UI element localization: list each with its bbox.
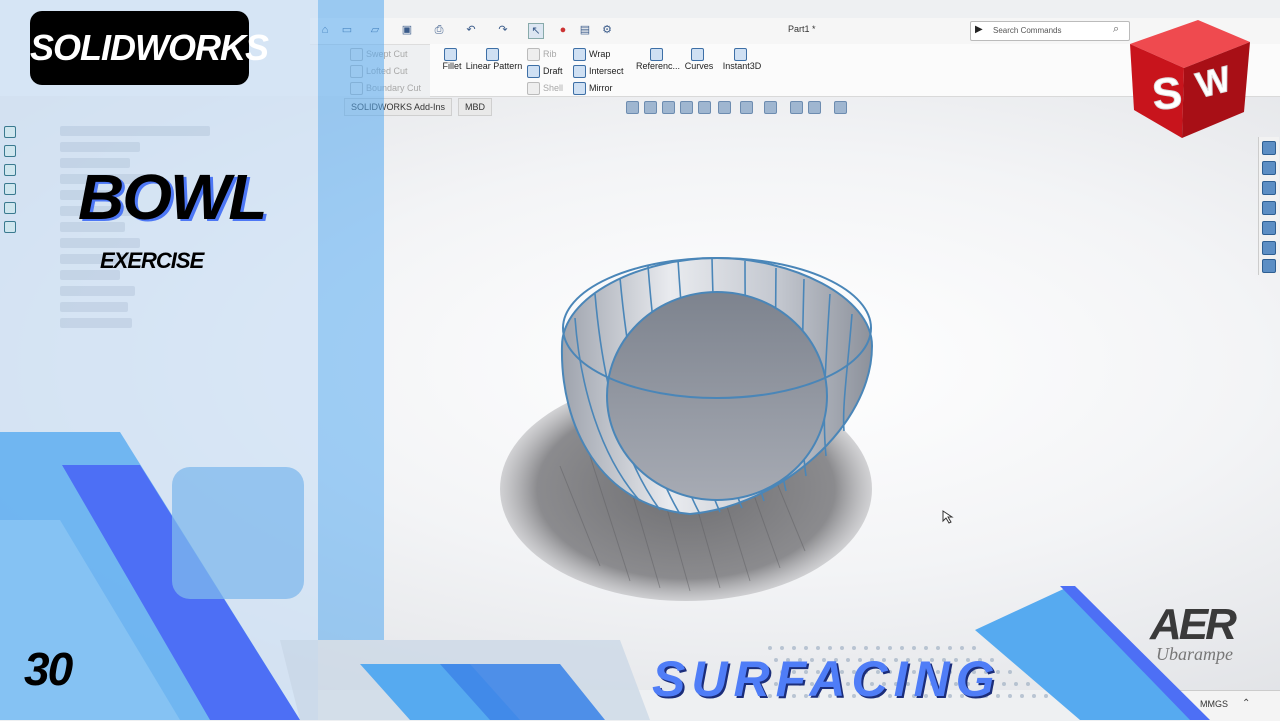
command-prompt-icon: ▶ [975, 24, 983, 35]
instant3d-button[interactable]: Instant3D [720, 48, 764, 71]
undo-icon[interactable]: ↶ [464, 23, 478, 37]
custom-properties-icon[interactable] [1262, 259, 1276, 273]
reference-geometry-button[interactable]: Referenc... [636, 48, 680, 71]
status-bar: MMGS ⌃ [1180, 690, 1280, 721]
mirror-button[interactable]: Mirror [573, 82, 613, 95]
mouse-cursor-icon [942, 510, 954, 524]
folder-icon[interactable] [1262, 201, 1276, 215]
save-icon[interactable]: ▣ [400, 23, 414, 37]
exercise-subtitle: EXERCISE [100, 248, 204, 273]
wrap-button[interactable]: Wrap [573, 48, 610, 61]
channel-logo-text: AER [1150, 600, 1237, 649]
heads-up-view-toolbar [622, 101, 862, 115]
feature-manager-side-icons [4, 126, 18, 240]
file-properties-icon[interactable]: ▤ [578, 23, 592, 37]
rib-button[interactable]: Rib [527, 48, 557, 61]
display-manager-icon[interactable] [4, 202, 16, 214]
dynamic-annotation-icon[interactable] [698, 101, 711, 114]
episode-number: 30 [24, 643, 73, 695]
brand-text: SOLIDWORKS [30, 27, 269, 68]
exercise-title: BOWL [78, 161, 267, 233]
options-gear-icon[interactable]: ⚙ [600, 23, 614, 37]
tab-mbd[interactable]: MBD [458, 98, 492, 116]
section-view-icon[interactable] [680, 101, 693, 114]
hide-show-items-icon[interactable] [764, 101, 777, 114]
solidworks-cube-logo-icon: S W [1130, 20, 1250, 138]
unit-system-selector[interactable]: MMGS [1200, 699, 1228, 709]
previous-view-icon[interactable] [662, 101, 675, 114]
appearances-icon[interactable] [1262, 241, 1276, 255]
property-manager-icon[interactable] [4, 145, 16, 157]
draft-button[interactable]: Draft [527, 65, 563, 78]
fillet-button[interactable]: Fillet [440, 48, 464, 71]
view-settings-icon[interactable] [834, 101, 847, 114]
view-palette-icon[interactable] [1262, 221, 1276, 235]
topic-label: SURFACING [652, 651, 1001, 707]
cam-icon[interactable] [4, 221, 16, 233]
apply-scene-icon[interactable] [808, 101, 821, 114]
unit-dropdown-chevron-icon[interactable]: ⌃ [1242, 698, 1250, 709]
zoom-area-icon[interactable] [644, 101, 657, 114]
document-title: Part1 * [788, 24, 816, 34]
configuration-manager-icon[interactable] [4, 164, 16, 176]
search-placeholder: Search Commands [993, 26, 1062, 35]
view-orientation-icon[interactable] [718, 101, 731, 114]
print-icon[interactable]: ⎙ [432, 23, 446, 37]
task-pane-tabs [1258, 137, 1279, 275]
bowl-inner-floor [606, 291, 828, 501]
dimxpert-icon[interactable] [4, 183, 16, 195]
zoom-to-fit-icon[interactable] [626, 101, 639, 114]
overlay-blue-strip [318, 0, 384, 640]
file-explorer-icon[interactable] [1262, 181, 1276, 195]
select-icon[interactable]: ↖ [528, 23, 544, 39]
linear-pattern-button[interactable]: Linear Pattern [464, 48, 524, 71]
intersect-button[interactable]: Intersect [573, 65, 624, 78]
design-library-icon[interactable] [1262, 161, 1276, 175]
solidworks-brand-badge: SOLIDWORKS [30, 11, 269, 85]
edit-appearance-icon[interactable] [790, 101, 803, 114]
display-style-icon[interactable] [740, 101, 753, 114]
rebuild-icon[interactable]: ● [556, 23, 570, 37]
feature-manager-icon[interactable] [4, 126, 16, 138]
search-commands-input[interactable]: ▶ Search Commands ⌕ [970, 21, 1130, 41]
search-icon[interactable]: ⌕ [1113, 23, 1119, 36]
shell-button[interactable]: Shell [527, 82, 563, 95]
channel-logo-subtext: Ubarampe [1156, 644, 1233, 664]
redo-icon[interactable]: ↷ [496, 23, 510, 37]
channel-logo: AER Ubarampe [1150, 600, 1260, 670]
solidworks-resources-icon[interactable] [1262, 141, 1276, 155]
curves-button[interactable]: Curves [684, 48, 714, 71]
svg-text:S: S [1150, 68, 1184, 120]
